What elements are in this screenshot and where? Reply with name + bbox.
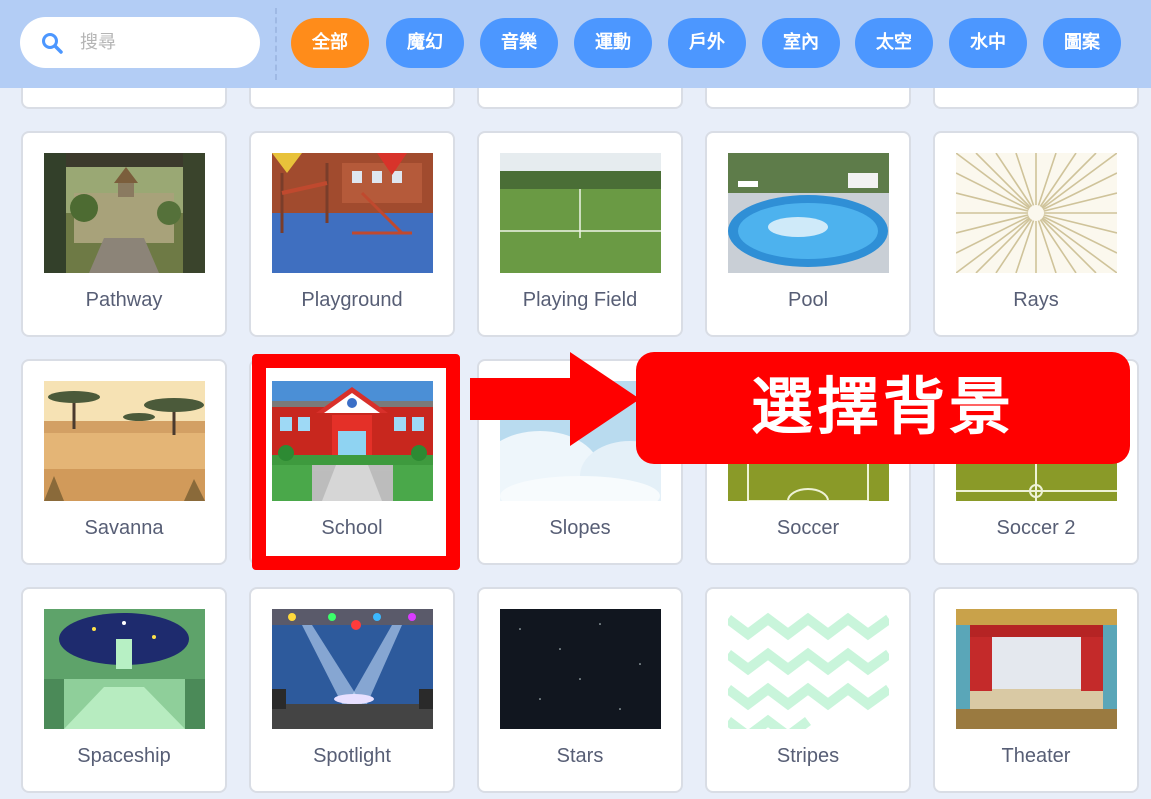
annotation-callout: 選擇背景 — [636, 352, 1130, 464]
backdrop-card-partial[interactable] — [21, 88, 227, 109]
backdrop-card-rays[interactable]: Rays — [933, 131, 1139, 337]
backdrop-label: Rays — [1013, 289, 1059, 311]
backdrop-card-partial[interactable] — [705, 88, 911, 109]
spaceship-thumbnail — [44, 609, 205, 729]
tag-patterns[interactable]: 圖案 — [1043, 18, 1121, 68]
stars-thumbnail — [500, 609, 661, 729]
tag-fantasy[interactable]: 魔幻 — [386, 18, 464, 68]
backdrop-card-partial[interactable] — [477, 88, 683, 109]
backdrop-label: Playing Field — [522, 289, 638, 311]
tag-outdoors[interactable]: 戶外 — [668, 18, 746, 68]
backdrop-label: Stripes — [776, 745, 840, 767]
backdrop-card-pool[interactable]: Pool — [705, 131, 911, 337]
theater-thumbnail — [956, 609, 1117, 729]
arrow-right-icon — [470, 352, 640, 446]
savanna-thumbnail — [44, 381, 205, 501]
search-input[interactable] — [80, 27, 245, 58]
backdrop-label: Spaceship — [77, 745, 171, 767]
backdrop-card-savanna[interactable]: Savanna — [21, 359, 227, 565]
backdrop-card-partial[interactable] — [933, 88, 1139, 109]
stripes-thumbnail — [728, 609, 889, 729]
backdrop-card-playground[interactable]: Playground — [249, 131, 455, 337]
backdrop-card-playing-field[interactable]: Playing Field — [477, 131, 683, 337]
backdrop-card-spaceship[interactable]: Spaceship — [21, 587, 227, 793]
selection-highlight-frame — [252, 354, 460, 570]
backdrop-label: Pool — [787, 289, 829, 311]
playground-thumbnail — [272, 153, 433, 273]
tag-space[interactable]: 太空 — [855, 18, 933, 68]
tag-music[interactable]: 音樂 — [480, 18, 558, 68]
backdrop-card-spotlight[interactable]: Spotlight — [249, 587, 455, 793]
backdrop-card-pathway[interactable]: Pathway — [21, 131, 227, 337]
playing-field-thumbnail — [500, 153, 661, 273]
backdrop-card-theater[interactable]: Theater — [933, 587, 1139, 793]
backdrop-label: Savanna — [84, 517, 164, 539]
backdrop-label: Theater — [1001, 745, 1071, 767]
backdrop-card-stars[interactable]: Stars — [477, 587, 683, 793]
toolbar-divider — [275, 8, 277, 80]
tag-all[interactable]: 全部 — [291, 18, 369, 68]
backdrop-card-stripes[interactable]: Stripes — [705, 587, 911, 793]
pathway-thumbnail — [44, 153, 205, 273]
rays-thumbnail — [956, 153, 1117, 273]
backdrop-label: Spotlight — [313, 745, 391, 767]
search-box[interactable] — [20, 17, 260, 68]
tag-underwater[interactable]: 水中 — [949, 18, 1027, 68]
pool-thumbnail — [728, 153, 889, 273]
backdrop-label: Playground — [301, 289, 403, 311]
tag-indoors[interactable]: 室內 — [762, 18, 840, 68]
backdrop-label: Stars — [556, 745, 604, 767]
backdrop-label: Soccer 2 — [996, 517, 1076, 539]
backdrop-label: Soccer — [776, 517, 840, 539]
spotlight-thumbnail — [272, 609, 433, 729]
category-toolbar: 全部 魔幻 音樂 運動 戶外 室內 太空 水中 圖案 — [0, 0, 1151, 88]
search-icon — [42, 33, 63, 54]
backdrop-label: Slopes — [549, 517, 611, 539]
backdrop-label: Pathway — [85, 289, 163, 311]
backdrop-card-partial[interactable] — [249, 88, 455, 109]
tag-sports[interactable]: 運動 — [574, 18, 652, 68]
